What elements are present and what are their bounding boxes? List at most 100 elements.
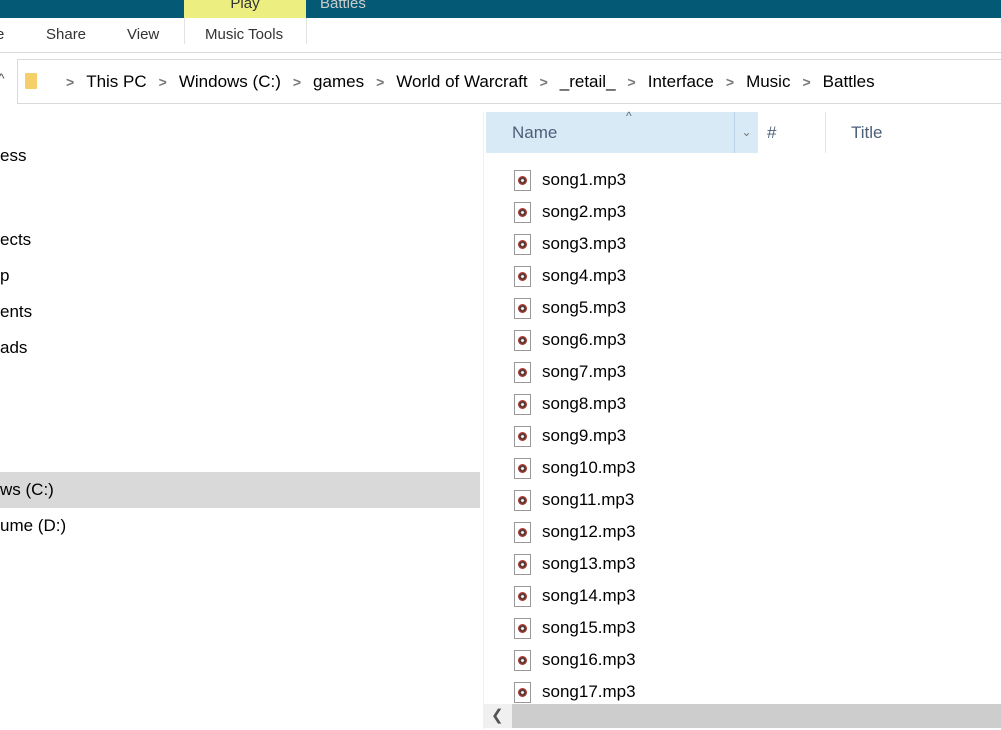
audio-file-icon bbox=[514, 361, 531, 383]
audio-file-icon bbox=[514, 265, 531, 287]
file-row[interactable]: song12.mp3 bbox=[514, 516, 636, 548]
tab-music-tools[interactable]: Music Tools bbox=[205, 26, 283, 43]
file-row[interactable]: song16.mp3 bbox=[514, 644, 636, 676]
file-name: song8.mp3 bbox=[542, 394, 627, 413]
file-row[interactable]: song14.mp3 bbox=[514, 580, 636, 612]
file-row[interactable]: song8.mp3 bbox=[514, 388, 626, 420]
breadcrumb: > This PC > Windows (C:) > games > World of War… bbox=[54, 72, 875, 92]
audio-file-icon bbox=[514, 297, 531, 319]
address-bar[interactable]: > This PC > Windows (C:) > games > World of War… bbox=[17, 59, 1001, 104]
file-name: song5.mp3 bbox=[542, 298, 627, 317]
file-row[interactable]: song5.mp3 bbox=[514, 292, 626, 324]
nav-item[interactable]: ents bbox=[0, 294, 480, 330]
chevron-right-icon[interactable]: > bbox=[802, 74, 810, 90]
file-row[interactable]: song4.mp3 bbox=[514, 260, 626, 292]
audio-file-icon bbox=[514, 329, 531, 351]
breadcrumb-item[interactable]: Interface bbox=[648, 72, 714, 92]
file-name: song2.mp3 bbox=[542, 202, 627, 221]
nav-item[interactable]: ess bbox=[0, 138, 480, 174]
chevron-right-icon[interactable]: > bbox=[159, 74, 167, 90]
scroll-left-icon[interactable]: ❮ bbox=[491, 706, 504, 724]
audio-file-icon bbox=[514, 489, 531, 511]
nav-item[interactable]: ects bbox=[0, 222, 480, 258]
file-row[interactable]: song10.mp3 bbox=[514, 452, 636, 484]
chevron-down-icon[interactable]: ⌄ bbox=[734, 112, 758, 153]
file-row[interactable]: song1.mp3 bbox=[514, 164, 626, 196]
nav-item-label: ume (D:) bbox=[0, 516, 67, 535]
file-name: song4.mp3 bbox=[542, 266, 627, 285]
breadcrumb-item[interactable]: Battles bbox=[823, 72, 875, 92]
chevron-right-icon[interactable]: > bbox=[540, 74, 548, 90]
tab-home[interactable]: e bbox=[0, 26, 4, 43]
window-title: Battles bbox=[320, 0, 366, 12]
nav-item[interactable]: ads bbox=[0, 330, 480, 366]
audio-file-icon bbox=[514, 585, 531, 607]
file-row[interactable]: song11.mp3 bbox=[514, 484, 634, 516]
breadcrumb-item[interactable]: This PC bbox=[86, 72, 146, 92]
folder-icon bbox=[25, 73, 37, 89]
audio-file-icon bbox=[514, 521, 531, 543]
audio-file-icon bbox=[514, 425, 531, 447]
audio-file-icon bbox=[514, 553, 531, 575]
title-bar: Play Battles bbox=[0, 0, 1001, 18]
audio-file-icon bbox=[514, 457, 531, 479]
breadcrumb-item[interactable]: Windows (C:) bbox=[179, 72, 281, 92]
file-row[interactable]: song7.mp3 bbox=[514, 356, 626, 388]
file-name: song7.mp3 bbox=[542, 362, 627, 381]
separator bbox=[184, 18, 185, 44]
column-name-label: Name bbox=[512, 123, 558, 142]
file-name: song1.mp3 bbox=[542, 170, 627, 189]
audio-file-icon bbox=[514, 393, 531, 415]
nav-item[interactable]: p bbox=[0, 258, 480, 294]
breadcrumb-item[interactable]: games bbox=[313, 72, 364, 92]
audio-file-icon bbox=[514, 681, 531, 703]
breadcrumb-item[interactable]: Music bbox=[746, 72, 790, 92]
chevron-right-icon[interactable]: > bbox=[66, 74, 74, 90]
file-row[interactable]: song6.mp3 bbox=[514, 324, 626, 356]
audio-file-icon bbox=[514, 649, 531, 671]
file-name: song12.mp3 bbox=[542, 522, 636, 541]
separator bbox=[306, 18, 307, 44]
file-name: song9.mp3 bbox=[542, 426, 627, 445]
chevron-right-icon[interactable]: > bbox=[628, 74, 636, 90]
nav-item-label: ess bbox=[0, 146, 27, 165]
up-arrow-icon[interactable]: ^ bbox=[0, 70, 5, 86]
file-name: song13.mp3 bbox=[542, 554, 636, 573]
column-header-title[interactable]: Title bbox=[825, 112, 995, 153]
chevron-right-icon[interactable]: > bbox=[376, 74, 384, 90]
horizontal-scrollbar[interactable]: ❮ bbox=[483, 704, 1001, 728]
tab-view[interactable]: View bbox=[127, 26, 159, 43]
file-name: song3.mp3 bbox=[542, 234, 627, 253]
audio-file-icon bbox=[514, 169, 531, 191]
file-name: song15.mp3 bbox=[542, 618, 636, 637]
nav-item-label: p bbox=[0, 266, 10, 285]
column-header-number[interactable]: # bbox=[767, 112, 827, 153]
breadcrumb-item[interactable]: _retail_ bbox=[560, 72, 616, 92]
chevron-right-icon[interactable]: > bbox=[293, 74, 301, 90]
chevron-right-icon[interactable]: > bbox=[726, 74, 734, 90]
nav-item-label: ws (C:) bbox=[0, 480, 54, 499]
audio-file-icon bbox=[514, 233, 531, 255]
file-name: song14.mp3 bbox=[542, 586, 636, 605]
nav-item-label: ents bbox=[0, 302, 33, 321]
nav-item-label: ads bbox=[0, 338, 28, 357]
nav-item[interactable]: ws (C:) bbox=[0, 472, 480, 508]
breadcrumb-item[interactable]: World of Warcraft bbox=[396, 72, 527, 92]
tab-share[interactable]: Share bbox=[46, 26, 86, 43]
file-list: ^ Name ⌄ # Title song1.mp3 song2.mp3 song3.… bbox=[483, 109, 1001, 730]
file-row[interactable]: song15.mp3 bbox=[514, 612, 636, 644]
audio-file-icon bbox=[514, 617, 531, 639]
column-header-name[interactable]: ^ Name bbox=[486, 109, 758, 153]
sort-ascending-icon: ^ bbox=[626, 109, 632, 123]
nav-item-label: ects bbox=[0, 230, 32, 249]
file-name: song11.mp3 bbox=[542, 490, 635, 509]
file-row[interactable]: song13.mp3 bbox=[514, 548, 636, 580]
nav-item[interactable]: ume (D:) bbox=[0, 508, 480, 544]
file-row[interactable]: song3.mp3 bbox=[514, 228, 626, 260]
file-row[interactable]: song9.mp3 bbox=[514, 420, 626, 452]
scrollbar-thumb[interactable] bbox=[512, 704, 1001, 728]
file-row[interactable]: song2.mp3 bbox=[514, 196, 626, 228]
play-context-tab[interactable]: Play bbox=[184, 0, 306, 18]
file-name: song16.mp3 bbox=[542, 650, 636, 669]
ribbon-tabs: e Share View Music Tools bbox=[0, 18, 1001, 53]
